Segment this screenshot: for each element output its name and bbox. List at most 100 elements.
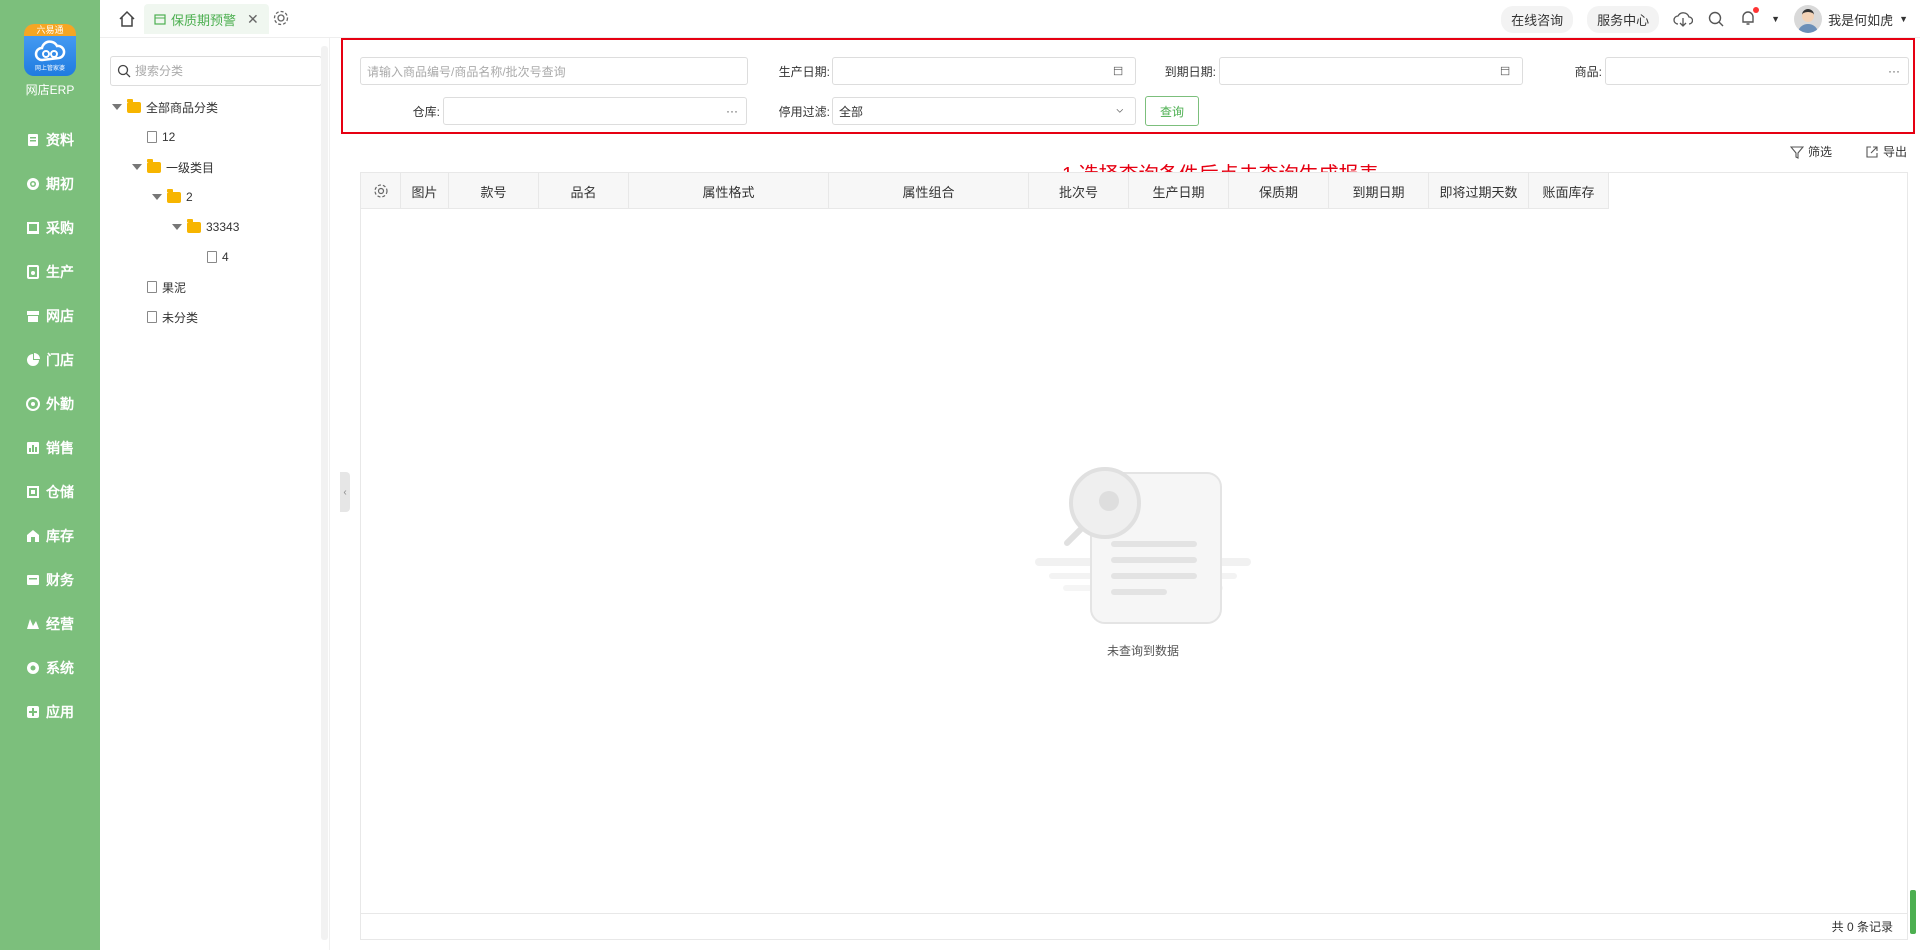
nav-item-label: 网店 [46, 308, 74, 324]
user-menu[interactable]: 我是何如虎 ▼ [1794, 5, 1908, 33]
more-icon[interactable]: ··· [1888, 64, 1908, 78]
disable-filter-select[interactable]: 全部 [832, 97, 1136, 125]
file-icon [207, 251, 217, 263]
nav-item-label: 外勤 [46, 396, 74, 412]
gear-icon[interactable] [272, 9, 290, 27]
nav-item-6[interactable]: 外勤 [0, 382, 100, 426]
grid-footer: 共 0 条记录 [361, 913, 1907, 939]
production-icon [27, 265, 39, 279]
caret-down-icon[interactable] [112, 104, 122, 110]
page-scrollbar[interactable] [1910, 890, 1916, 934]
more-icon[interactable]: ··· [726, 104, 746, 118]
nav-item-0[interactable]: 资料 [0, 118, 100, 162]
tree-node[interactable]: 4 [112, 242, 322, 272]
nav-item-13[interactable]: 应用 [0, 690, 100, 734]
expire-date-input[interactable] [1219, 57, 1523, 85]
folder-icon [147, 158, 161, 173]
brand-name: 网店ERP [25, 83, 75, 97]
column-header[interactable]: 品名 [539, 173, 629, 209]
username: 我是何如虎 [1828, 12, 1894, 28]
column-settings[interactable] [361, 173, 401, 209]
nav-item-5[interactable]: 门店 [0, 338, 100, 382]
nav-item-label: 资料 [46, 132, 74, 148]
goods-label: 商品: [1574, 64, 1602, 79]
nav-item-10[interactable]: 财务 [0, 558, 100, 602]
home-icon[interactable] [118, 10, 136, 28]
category-search-input[interactable] [135, 64, 315, 78]
document-icon [28, 134, 38, 146]
column-header[interactable]: 即将过期天数 [1429, 173, 1529, 209]
search-icon[interactable] [1707, 10, 1725, 28]
caret-down-icon[interactable] [172, 224, 182, 230]
tree-node[interactable]: 全部商品分类 [112, 92, 322, 122]
warehouse-input[interactable]: ··· [443, 97, 747, 125]
calendar-icon [154, 14, 166, 25]
expire-date-label: 到期日期: [1164, 64, 1216, 79]
avatar [1794, 5, 1823, 33]
caret-down-icon[interactable] [132, 164, 142, 170]
target-icon [27, 178, 39, 190]
keyword-field: 请输入商品编号/商品名称/批次号查询 [360, 57, 748, 85]
empty-search-illustration [1035, 467, 1251, 624]
nav-item-11[interactable]: 经营 [0, 602, 100, 646]
keyword-input[interactable]: 请输入商品编号/商品名称/批次号查询 [360, 57, 748, 85]
tab-shelf-life-warning[interactable]: 保质期预警 ✕ [144, 4, 269, 34]
calendar-icon[interactable] [1113, 64, 1135, 78]
nav-item-7[interactable]: 销售 [0, 426, 100, 470]
column-header[interactable]: 款号 [449, 173, 539, 209]
nav-item-1[interactable]: 期初 [0, 162, 100, 206]
prod-date-input[interactable] [832, 57, 1136, 85]
column-header[interactable]: 属性组合 [829, 173, 1029, 209]
nav-item-4[interactable]: 网店 [0, 294, 100, 338]
column-header[interactable]: 生产日期 [1129, 173, 1229, 209]
tree-node[interactable]: 一级类目 [112, 152, 322, 182]
disable-filter-field: 停用过滤: 全部 [770, 97, 1136, 125]
nav-item-12[interactable]: 系统 [0, 646, 100, 690]
online-consult-button[interactable]: 在线咨询 [1501, 5, 1574, 33]
nav-item-8[interactable]: 仓储 [0, 470, 100, 514]
tree-scrollbar[interactable] [321, 46, 328, 940]
empty-text: 未查询到数据 [1106, 644, 1179, 658]
tree-node[interactable]: 2 [112, 182, 322, 212]
nav-item-9[interactable]: 库存 [0, 514, 100, 558]
column-header[interactable]: 图片 [401, 173, 449, 209]
notification-bell[interactable] [1739, 6, 1760, 30]
tree-node-label: 33343 [206, 220, 240, 234]
calendar-icon[interactable] [1500, 64, 1522, 78]
left-nav: 六易通 网上管家婆 网店ERP 资料期初 采购 生产网店门店外勤销售 仓储 库存财务经营… [0, 0, 100, 950]
shop-icon [27, 311, 39, 322]
chevron-down-icon[interactable]: ▼ [1771, 14, 1780, 24]
column-header[interactable]: 账面库存 [1529, 173, 1609, 209]
warehouse-label: 仓库: [412, 104, 440, 119]
caret-down-icon[interactable] [152, 194, 162, 200]
nav-item-3[interactable]: 生产 [0, 250, 100, 294]
nav-item-2[interactable]: 采购 [0, 206, 100, 250]
app-logo[interactable]: 六易通 网上管家婆 [24, 24, 76, 76]
tree-node[interactable]: 未分类 [112, 302, 322, 332]
filter-button[interactable]: 筛选 [1790, 143, 1832, 160]
nav-item-label: 财务 [46, 572, 74, 588]
funnel-icon [1790, 145, 1804, 159]
column-header[interactable]: 批次号 [1029, 173, 1129, 209]
goods-input[interactable]: ··· [1605, 57, 1909, 85]
query-button[interactable]: 查询 [1145, 96, 1199, 126]
collapse-panel-button[interactable]: ‹ [340, 472, 350, 512]
column-header[interactable]: 到期日期 [1329, 173, 1429, 209]
tree-node[interactable]: 果泥 [112, 272, 322, 302]
close-icon[interactable]: ✕ [247, 11, 259, 28]
chart-icon [27, 442, 39, 454]
column-header[interactable]: 保质期 [1229, 173, 1329, 209]
export-button[interactable]: 导出 [1865, 143, 1907, 160]
category-search [110, 56, 322, 86]
nav-item-label: 应用 [46, 704, 74, 720]
tree-node[interactable]: 12 [112, 122, 322, 152]
column-header[interactable]: 属性格式 [629, 173, 829, 209]
folder-icon [187, 218, 201, 233]
goods-field: 商品: ··· [1560, 57, 1909, 85]
tree-node[interactable]: 33343 [112, 212, 322, 242]
export-icon [1866, 145, 1878, 158]
tree-node-label: 12 [162, 130, 176, 144]
cloud-download-icon[interactable] [1673, 10, 1694, 28]
service-center-button[interactable]: 服务中心 [1587, 5, 1660, 33]
notification-dot [1753, 6, 1760, 13]
